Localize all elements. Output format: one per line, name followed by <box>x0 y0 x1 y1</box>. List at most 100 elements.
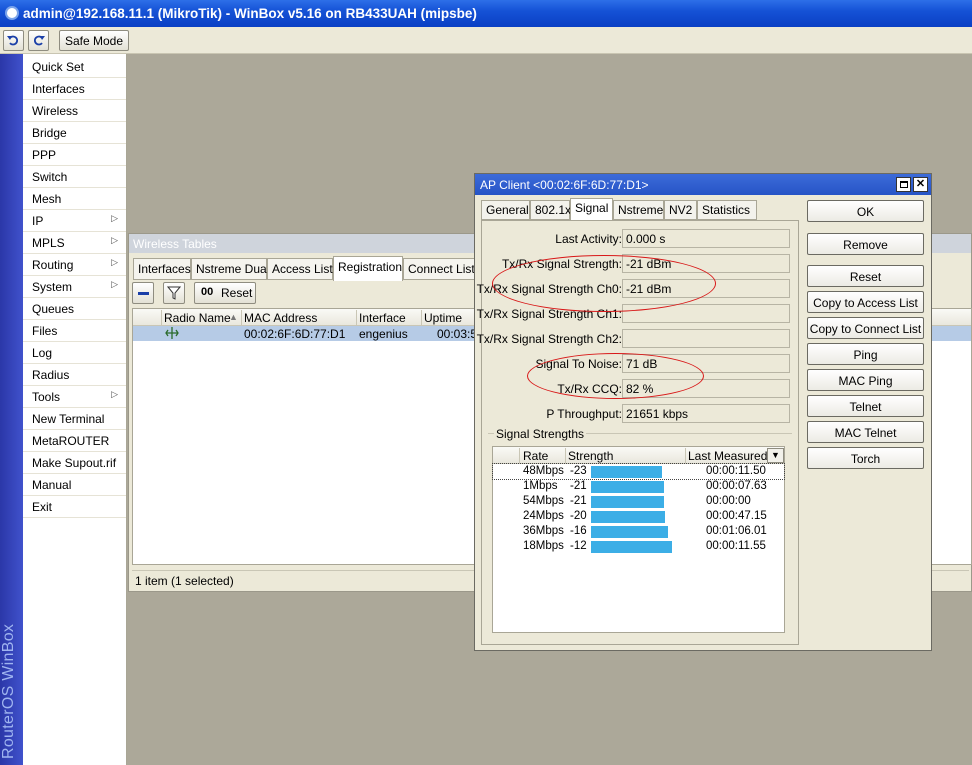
menu-item-label: Routing <box>32 258 74 272</box>
menu-item-metarouter[interactable]: MetaROUTER <box>23 430 126 452</box>
remove-button[interactable] <box>132 282 154 304</box>
strength-bar <box>591 496 664 508</box>
mac-telnet-button[interactable]: MAC Telnet <box>807 421 924 443</box>
menu-item-ip[interactable]: IP ▷ <box>23 210 126 232</box>
menu-item-bridge[interactable]: Bridge <box>23 122 126 144</box>
col-last-measured[interactable]: Last Measured <box>688 449 767 463</box>
tab-interfaces[interactable]: Interfaces <box>133 258 191 280</box>
submenu-arrow-icon: ▷ <box>111 235 118 245</box>
remove-entry-button[interactable]: Remove <box>807 233 924 255</box>
menu-item-quick-set[interactable]: Quick Set <box>23 56 126 78</box>
row-mac: 00:02:6F:6D:77:D1 <box>244 327 346 341</box>
tab-nstreme-dual[interactable]: Nstreme Dual <box>191 258 269 280</box>
tab-access-list[interactable]: Access List <box>267 258 333 280</box>
col-rate[interactable]: Rate <box>523 449 548 463</box>
ok-button[interactable]: OK <box>807 200 924 222</box>
sort-arrow-icon: ▲ <box>229 312 238 322</box>
mac-ping-button[interactable]: MAC Ping <box>807 369 924 391</box>
menu-item-tools[interactable]: Tools ▷ <box>23 386 126 408</box>
signal-strength-row[interactable]: 36Mbps -16 00:01:06.01 <box>493 524 784 539</box>
rate-cell: 18Mbps <box>523 540 564 552</box>
menu-item-new-terminal[interactable]: New Terminal <box>23 408 126 430</box>
menu-item-interfaces[interactable]: Interfaces <box>23 78 126 100</box>
torch-button[interactable]: Torch <box>807 447 924 469</box>
strength-cell: -23 <box>570 465 587 477</box>
menu-item-exit[interactable]: Exit <box>23 496 126 518</box>
tab-statistics[interactable]: Statistics <box>697 200 757 220</box>
last-measured-cell: 00:00:07.63 <box>706 480 767 492</box>
tab-general[interactable]: General <box>481 200 530 220</box>
menu-item-system[interactable]: System ▷ <box>23 276 126 298</box>
last-measured-cell: 00:00:00 <box>706 495 751 507</box>
last-measured-cell: 00:00:47.15 <box>706 510 767 522</box>
strength-cell: -21 <box>570 480 587 492</box>
col-uptime[interactable]: Uptime <box>424 311 462 325</box>
menu-item-radius[interactable]: Radius <box>23 364 126 386</box>
telnet-button[interactable]: Telnet <box>807 395 924 417</box>
menu-item-routing[interactable]: Routing ▷ <box>23 254 126 276</box>
menu-item-switch[interactable]: Switch <box>23 166 126 188</box>
strength-bar <box>591 511 665 523</box>
rate-cell: 36Mbps <box>523 525 564 537</box>
menu-item-label: Tools <box>32 390 61 404</box>
menu-item-label: New Terminal <box>32 412 105 426</box>
reset-counters-button[interactable]: 00 Reset <box>194 282 256 304</box>
signal-strengths-table: Rate Strength Last Measured ▼ 48Mbps -23 0… <box>492 446 785 633</box>
menu-item-label: Interfaces <box>32 82 85 96</box>
reset-button[interactable]: Reset <box>807 265 924 287</box>
ap-client-dialog: AP Client <00:02:6F:6D:77:D1> ✕ General … <box>474 173 932 651</box>
signal-strengths-header: Rate Strength Last Measured ▼ <box>493 447 784 464</box>
copy-to-access-list-button[interactable]: Copy to Access List <box>807 291 924 313</box>
reset-label: Reset <box>221 286 253 300</box>
ping-button[interactable]: Ping <box>807 343 924 365</box>
signal-strength-row[interactable]: 24Mbps -20 00:00:47.15 <box>493 509 784 524</box>
minus-icon <box>138 292 149 295</box>
window-title: admin@192.168.11.1 (MikroTik) - WinBox v… <box>23 6 477 21</box>
tab-signal[interactable]: Signal <box>570 198 613 221</box>
tab-8021x[interactable]: 802.1x <box>530 200 571 220</box>
tab-nstreme[interactable]: Nstreme <box>613 200 664 220</box>
undo-button[interactable] <box>3 30 24 51</box>
menu-item-label: Exit <box>32 500 53 514</box>
menu-item-files[interactable]: Files <box>23 320 126 342</box>
filter-button[interactable] <box>163 282 185 304</box>
p-throughput-value: 21651 kbps <box>622 404 790 423</box>
signal-strength-ch2-value <box>622 329 790 348</box>
col-radio-name[interactable]: Radio Name <box>164 311 231 325</box>
side-brand-strip: RouterOS WinBox <box>0 54 23 765</box>
col-interface[interactable]: Interface <box>359 311 406 325</box>
menu-item-make-supout-rif[interactable]: Make Supout.rif <box>23 452 126 474</box>
strength-bar <box>591 481 664 493</box>
main-menu: Quick Set Interfaces Wireless Bridge PPP Swit… <box>23 54 127 765</box>
menu-item-wireless[interactable]: Wireless <box>23 100 126 122</box>
menu-item-queues[interactable]: Queues <box>23 298 126 320</box>
tab-nv2[interactable]: NV2 <box>664 200 697 220</box>
tab-connect-list[interactable]: Connect List <box>403 258 477 280</box>
menu-item-manual[interactable]: Manual <box>23 474 126 496</box>
ap-client-title-bar[interactable]: AP Client <00:02:6F:6D:77:D1> ✕ <box>475 174 931 195</box>
toolbar: Safe Mode <box>0 27 972 54</box>
chevron-down-icon: ▼ <box>771 450 780 460</box>
signal-strength-row[interactable]: 48Mbps -23 00:00:11.50 <box>492 463 785 480</box>
maximize-button[interactable] <box>896 177 911 192</box>
menu-item-log[interactable]: Log <box>23 342 126 364</box>
col-mac-address[interactable]: MAC Address <box>244 311 317 325</box>
signal-strength-row[interactable]: 1Mbps -21 00:00:07.63 <box>493 479 784 494</box>
menu-item-ppp[interactable]: PPP <box>23 144 126 166</box>
column-dropdown-button[interactable]: ▼ <box>767 448 784 463</box>
col-strength[interactable]: Strength <box>568 449 613 463</box>
menu-item-mesh[interactable]: Mesh <box>23 188 126 210</box>
signal-strength-row[interactable]: 54Mbps -21 00:00:00 <box>493 494 784 509</box>
last-measured-cell: 00:01:06.01 <box>706 525 767 537</box>
annotation-ellipse-ccq <box>527 353 704 399</box>
menu-item-mpls[interactable]: MPLS ▷ <box>23 232 126 254</box>
close-button[interactable]: ✕ <box>913 177 928 192</box>
signal-strength-row[interactable]: 18Mbps -12 00:00:11.55 <box>493 539 784 554</box>
safe-mode-button[interactable]: Safe Mode <box>59 30 129 51</box>
tab-registration[interactable]: Registration <box>333 256 403 281</box>
menu-item-label: IP <box>32 214 44 228</box>
redo-button[interactable] <box>28 30 49 51</box>
rate-cell: 48Mbps <box>523 465 564 477</box>
ap-client-title: AP Client <00:02:6F:6D:77:D1> <box>480 178 649 192</box>
copy-to-connect-list-button[interactable]: Copy to Connect List <box>807 317 924 339</box>
